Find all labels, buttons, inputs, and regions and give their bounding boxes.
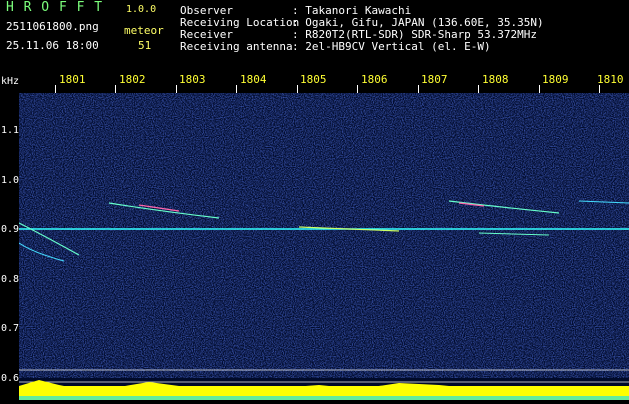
spectrogram-svg [18, 93, 629, 400]
y-tick-label: 0.8 [1, 274, 20, 285]
x-tick-label: 1806 [361, 73, 388, 86]
y-tick-label: 1.1 [1, 125, 20, 136]
noise-floor-base [19, 396, 629, 400]
x-tick-label: 1801 [59, 73, 86, 86]
app-version: 1.0.0 [126, 4, 157, 15]
meteor-count: 51 [138, 39, 152, 52]
datetime: 25.11.06 18:00 [6, 39, 99, 52]
file-name: 2511061800.png [6, 20, 99, 33]
x-tick-mark [357, 85, 358, 93]
x-axis: 1801 1802 1803 1804 1805 1806 1807 1808 … [19, 72, 629, 94]
x-tick-mark [55, 85, 56, 93]
x-tick-mark [418, 85, 419, 93]
x-tick-label: 1804 [240, 73, 267, 86]
noise-texture [19, 93, 629, 378]
x-tick-mark [599, 85, 600, 93]
header-panel: H R O F F T 1.0.0 2511061800.png 25.11.0… [0, 0, 629, 72]
x-tick-mark [236, 85, 237, 93]
x-tick-label: 1808 [482, 73, 509, 86]
x-tick-label: 1805 [300, 73, 327, 86]
x-tick-label: 1803 [179, 73, 206, 86]
x-tick-label: 1807 [421, 73, 448, 86]
y-tick-label: 0.6 [1, 373, 20, 384]
x-tick-label: 1810 [597, 73, 624, 86]
x-tick-label: 1802 [119, 73, 146, 86]
row-value-antenna: : 2el-HB9CV Vertical (el. E-W) [292, 40, 491, 53]
y-axis-unit: kHz [1, 76, 20, 87]
x-tick-mark [297, 85, 298, 93]
x-tick-mark [539, 85, 540, 93]
x-tick-mark [478, 85, 479, 93]
x-tick-mark [115, 85, 116, 93]
y-tick-label: 0.7 [1, 323, 20, 334]
y-tick-label: 1.0 [1, 175, 20, 186]
x-tick-label: 1809 [542, 73, 569, 86]
spectrogram-plot [18, 93, 629, 400]
meteor-label: meteor [124, 24, 164, 37]
y-tick-label: 0.9 [1, 224, 20, 235]
app-brand: H R O F F T [6, 0, 104, 15]
row-label-antenna: Receiving antenna [180, 40, 293, 53]
x-tick-mark [176, 85, 177, 93]
